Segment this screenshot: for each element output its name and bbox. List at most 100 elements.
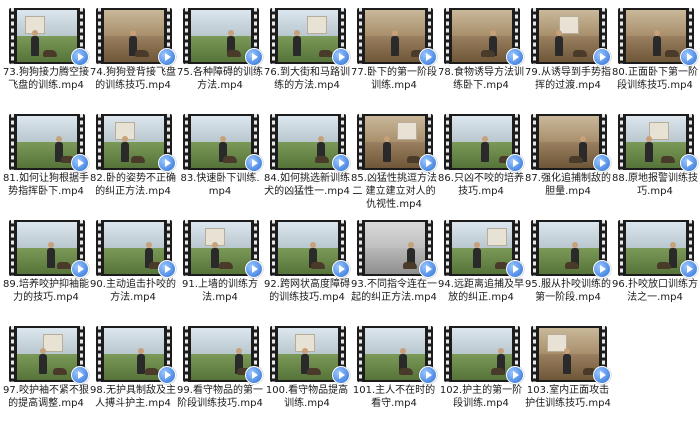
video-file-tile[interactable]: 76.到大街和马路训练的方法.mp4 [264, 0, 350, 106]
film-strip-icon [183, 326, 190, 382]
file-name-label: 92.跨网状高度障碍的训练技巧.mp4 [264, 279, 350, 303]
video-file-tile[interactable]: 80.正面卧下第一阶段训练技巧.mp4 [612, 0, 698, 106]
thumbnail-scene [365, 10, 425, 62]
video-file-tile[interactable]: 96.扑咬放口训练方法之一.mp4 [612, 212, 698, 318]
play-badge-icon [332, 154, 350, 172]
play-badge-icon [158, 48, 176, 66]
file-name-label: 80.正面卧下第一阶段训练技巧.mp4 [612, 67, 698, 91]
thumbnail-scene [104, 222, 164, 274]
video-file-tile[interactable]: 89.培养咬护抑袖能力的技巧.mp4 [3, 212, 89, 318]
file-grid: 73.狗狗接力腾空接飞盘的训练.mp4 74.狗狗登背接飞盘的训练技巧.mp4 75… [0, 0, 700, 424]
thumbnail-scene [452, 222, 512, 274]
film-strip-icon [618, 114, 625, 170]
video-file-tile[interactable]: 92.跨网状高度障碍的训练技巧.mp4 [264, 212, 350, 318]
file-name-label: 81.如何让狗根据手势指挥卧下.mp4 [3, 173, 89, 197]
film-strip-icon [531, 326, 538, 382]
file-name-label: 97.咬护袖不紧不狠的提高调整.mp4 [3, 385, 89, 409]
video-file-tile[interactable]: 73.狗狗接力腾空接飞盘的训练.mp4 [3, 0, 89, 106]
file-name-label: 86.只凶不咬的培养技巧.mp4 [438, 173, 524, 197]
video-file-tile[interactable]: 90.主动追击扑咬的方法.mp4 [90, 212, 176, 318]
thumbnail-scene [365, 222, 425, 274]
file-name-label: 98.无护具制敌及主人搏斗护主.mp4 [90, 385, 176, 409]
file-name-label: 93.不同指令连在一起的纠正方法.mp4 [351, 279, 437, 303]
thumbnail-scene [539, 116, 599, 168]
file-name-label: 76.到大街和马路训练的方法.mp4 [264, 67, 350, 91]
video-file-tile[interactable]: 88.原地报警训练技巧.mp4 [612, 106, 698, 212]
video-file-tile[interactable]: 91.上墙的训练方法.mp4 [177, 212, 263, 318]
thumbnail-scene [191, 116, 251, 168]
video-file-tile[interactable]: 103.室内正面攻击护住训练技巧.mp4 [525, 318, 611, 424]
film-strip-icon [96, 326, 103, 382]
play-badge-icon [71, 260, 89, 278]
video-file-tile[interactable]: 79.从诱导到手势指挥的过渡.mp4 [525, 0, 611, 106]
thumbnail-scene [191, 328, 251, 380]
play-badge-icon [593, 260, 611, 278]
video-file-tile[interactable]: 97.咬护袖不紧不狠的提高调整.mp4 [3, 318, 89, 424]
film-strip-icon [9, 326, 16, 382]
file-name-label: 91.上墙的训练方法.mp4 [182, 279, 258, 303]
play-badge-icon [245, 366, 263, 384]
thumbnail-scene [17, 116, 77, 168]
video-file-tile[interactable]: 102.护主的第一阶段训练.mp4 [438, 318, 524, 424]
play-badge-icon [245, 154, 263, 172]
thumbnail-scene [626, 116, 686, 168]
film-strip-icon [357, 220, 364, 276]
video-file-tile[interactable]: 83.快速卧下训练.mp4 [177, 106, 263, 212]
thumbnail-scene [17, 328, 77, 380]
play-badge-icon [245, 48, 263, 66]
video-file-tile[interactable]: 75.各种障碍的训练方法.mp4 [177, 0, 263, 106]
video-file-tile[interactable]: 82.卧的姿势不正确的纠正方法.mp4 [90, 106, 176, 212]
thumbnail-scene [104, 116, 164, 168]
video-file-tile[interactable]: 84.如何挑选新训练犬的凶猛性一.mp4 [264, 106, 350, 212]
play-badge-icon [506, 366, 524, 384]
file-name-label: 95.服从扑咬训练的第一阶段.mp4 [525, 279, 611, 303]
film-strip-icon [270, 220, 277, 276]
file-name-label: 74.狗狗登背接飞盘的训练技巧.mp4 [90, 67, 176, 91]
play-badge-icon [593, 48, 611, 66]
film-strip-icon [618, 220, 625, 276]
play-badge-icon [680, 48, 698, 66]
file-name-label: 101.主人不在时的看守.mp4 [352, 385, 436, 409]
file-name-label: 73.狗狗接力腾空接飞盘的训练.mp4 [3, 67, 89, 91]
play-badge-icon [506, 48, 524, 66]
video-file-tile[interactable]: 93.不同指令连在一起的纠正方法.mp4 [351, 212, 437, 318]
file-name-label: 99.看守物品的第一阶段训练技巧.mp4 [177, 385, 263, 409]
video-file-tile[interactable]: 86.只凶不咬的培养技巧.mp4 [438, 106, 524, 212]
play-badge-icon [419, 154, 437, 172]
thumbnail-scene [452, 116, 512, 168]
video-file-tile[interactable]: 85.凶猛性挑逗方法二 建立建立对人的仇视性.mp4 [351, 106, 437, 212]
play-badge-icon [71, 154, 89, 172]
file-name-label: 84.如何挑选新训练犬的凶猛性一.mp4 [264, 173, 350, 197]
video-file-tile[interactable]: 77.卧下的第一阶段训练.mp4 [351, 0, 437, 106]
video-file-tile[interactable]: 78.食物诱导方法训练卧下.mp4 [438, 0, 524, 106]
video-file-tile[interactable]: 98.无护具制敌及主人搏斗护主.mp4 [90, 318, 176, 424]
film-strip-icon [357, 8, 364, 64]
thumbnail-scene [452, 328, 512, 380]
video-file-tile[interactable]: 95.服从扑咬训练的第一阶段.mp4 [525, 212, 611, 318]
thumbnail-scene [17, 222, 77, 274]
film-strip-icon [444, 220, 451, 276]
thumbnail-scene [278, 116, 338, 168]
play-badge-icon [419, 260, 437, 278]
video-file-tile[interactable]: 101.主人不在时的看守.mp4 [351, 318, 437, 424]
thumbnail-scene [626, 10, 686, 62]
thumbnail-scene [452, 10, 512, 62]
video-file-tile[interactable]: 74.狗狗登背接飞盘的训练技巧.mp4 [90, 0, 176, 106]
video-file-tile[interactable]: 81.如何让狗根据手势指挥卧下.mp4 [3, 106, 89, 212]
video-file-tile[interactable]: 99.看守物品的第一阶段训练技巧.mp4 [177, 318, 263, 424]
video-file-tile[interactable]: 100.看守物品提高训练.mp4 [264, 318, 350, 424]
file-name-label: 88.原地报警训练技巧.mp4 [612, 173, 698, 197]
play-badge-icon [593, 366, 611, 384]
film-strip-icon [444, 8, 451, 64]
film-strip-icon [357, 326, 364, 382]
thumbnail-scene [539, 10, 599, 62]
play-badge-icon [71, 366, 89, 384]
film-strip-icon [183, 114, 190, 170]
thumbnail-scene [191, 10, 251, 62]
video-file-tile[interactable]: 94.远距离追捕及早放的纠正.mp4 [438, 212, 524, 318]
thumbnail-scene [365, 116, 425, 168]
film-strip-icon [618, 8, 625, 64]
file-name-label: 79.从诱导到手势指挥的过渡.mp4 [525, 67, 611, 91]
video-file-tile[interactable]: 87.强化追捕制敌的胆量.mp4 [525, 106, 611, 212]
play-badge-icon [158, 366, 176, 384]
